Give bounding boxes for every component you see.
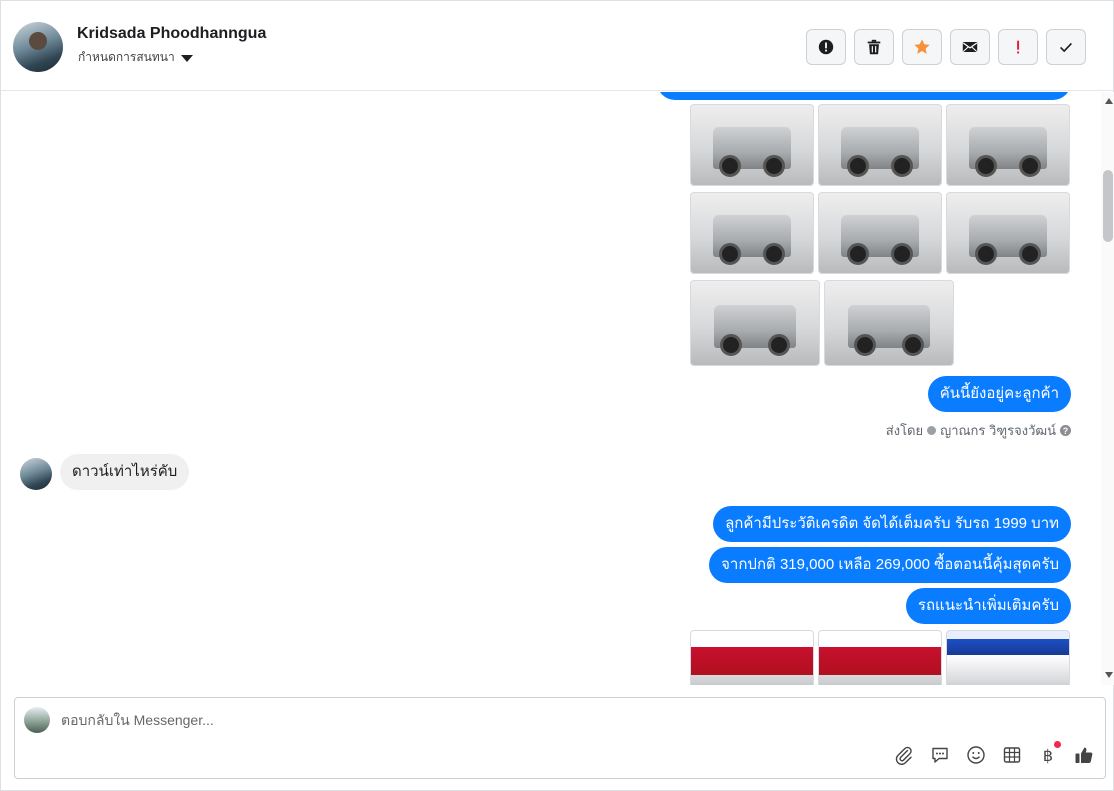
sent-by-caption: ส่งโดย ญาณกร วิฑูรจงวัฒน์ ? — [886, 420, 1071, 441]
emoji-button[interactable] — [965, 744, 987, 766]
scroll-up-arrow-icon[interactable] — [1105, 98, 1113, 104]
promo-car-image[interactable] — [818, 630, 942, 685]
star-icon — [914, 39, 930, 54]
reply-input[interactable] — [61, 709, 961, 731]
conversation-header: Kridsada Phoodhanngua กำหนดการสนทนา — [1, 1, 1113, 91]
outgoing-message-bubble-partial — [657, 92, 1071, 100]
composer-tools: ฿ — [893, 741, 1095, 766]
saved-reply-button[interactable] — [929, 744, 951, 766]
check-icon — [1060, 42, 1072, 53]
messenger-conversation-panel: Kridsada Phoodhanngua กำหนดการสนทนา คันน… — [0, 0, 1114, 791]
truck-photo[interactable] — [690, 192, 814, 274]
conversation-status-label: กำหนดการสนทนา — [78, 50, 175, 64]
baht-payment-icon: ฿ — [1042, 745, 1054, 765]
table-icon — [1003, 747, 1021, 763]
truck-photo[interactable] — [824, 280, 954, 366]
contact-avatar-small[interactable] — [20, 458, 52, 490]
table-button[interactable] — [1001, 744, 1023, 766]
exclamation-icon — [1017, 40, 1020, 54]
contact-avatar[interactable] — [13, 22, 63, 72]
scroll-thumb[interactable] — [1103, 170, 1113, 242]
page-avatar — [24, 707, 50, 733]
scroll-down-arrow-icon[interactable] — [1105, 672, 1113, 678]
promo-car-image[interactable] — [690, 630, 814, 685]
mark-spam-button[interactable] — [806, 29, 846, 65]
saved-reply-icon — [932, 747, 948, 763]
outgoing-message-bubble[interactable]: คันนี้ยังอยู่คะลูกค้า — [927, 376, 1071, 412]
truck-photo[interactable] — [946, 104, 1070, 186]
header-actions — [806, 29, 1086, 65]
outgoing-message-bubble[interactable]: จากปกติ 319,000 เหลือ 269,000 ซื้อตอนนี้… — [709, 547, 1071, 583]
notification-dot — [1054, 741, 1061, 748]
like-button[interactable] — [1073, 744, 1095, 766]
sent-by-name[interactable]: ญาณกร วิฑูรจงวัฒน์ — [940, 420, 1056, 441]
promo-car-image[interactable] — [946, 630, 1070, 685]
envelope-icon — [962, 42, 978, 52]
sent-by-prefix: ส่งโดย — [885, 423, 924, 438]
truck-photo[interactable] — [818, 192, 942, 274]
outgoing-message-bubble[interactable]: รถแนะนำเพิ่มเติมครับ — [905, 588, 1071, 624]
message-thread[interactable]: คันนี้ยังอยู่คะลูกค้า ส่งโดย ญาณกร วิฑูร… — [1, 92, 1101, 685]
thread-scrollbar[interactable] — [1101, 92, 1114, 685]
caret-down-icon — [180, 55, 193, 62]
alert-circle-icon — [818, 39, 834, 55]
contact-name[interactable]: Kridsada Phoodhanngua — [77, 25, 266, 43]
incoming-message-bubble[interactable]: ดาวน์เท่าไหร่คับ — [60, 454, 190, 490]
mark-unread-button[interactable] — [950, 29, 990, 65]
truck-photo[interactable] — [946, 192, 1070, 274]
star-button[interactable] — [902, 29, 942, 65]
attachment-button[interactable] — [893, 744, 915, 766]
like-icon — [1075, 747, 1093, 763]
help-icon[interactable]: ? — [1060, 425, 1071, 436]
reply-composer: ฿ — [14, 697, 1106, 779]
delete-button[interactable] — [854, 29, 894, 65]
emoji-icon — [967, 746, 985, 764]
truck-photo[interactable] — [690, 280, 820, 366]
truck-photo[interactable] — [818, 104, 942, 186]
mark-done-button[interactable] — [1046, 29, 1086, 65]
trash-icon — [867, 39, 881, 55]
verified-icon — [927, 426, 937, 435]
outgoing-message-bubble[interactable]: ลูกค้ามีประวัติเครดิต จัดได้เต็มครับ รับ… — [713, 506, 1071, 542]
payment-button[interactable]: ฿ — [1037, 741, 1061, 766]
truck-photo[interactable] — [690, 104, 814, 186]
mark-important-button[interactable] — [998, 29, 1038, 65]
attachment-icon — [895, 746, 912, 765]
conversation-status-dropdown[interactable]: กำหนดการสนทนา — [78, 48, 193, 67]
